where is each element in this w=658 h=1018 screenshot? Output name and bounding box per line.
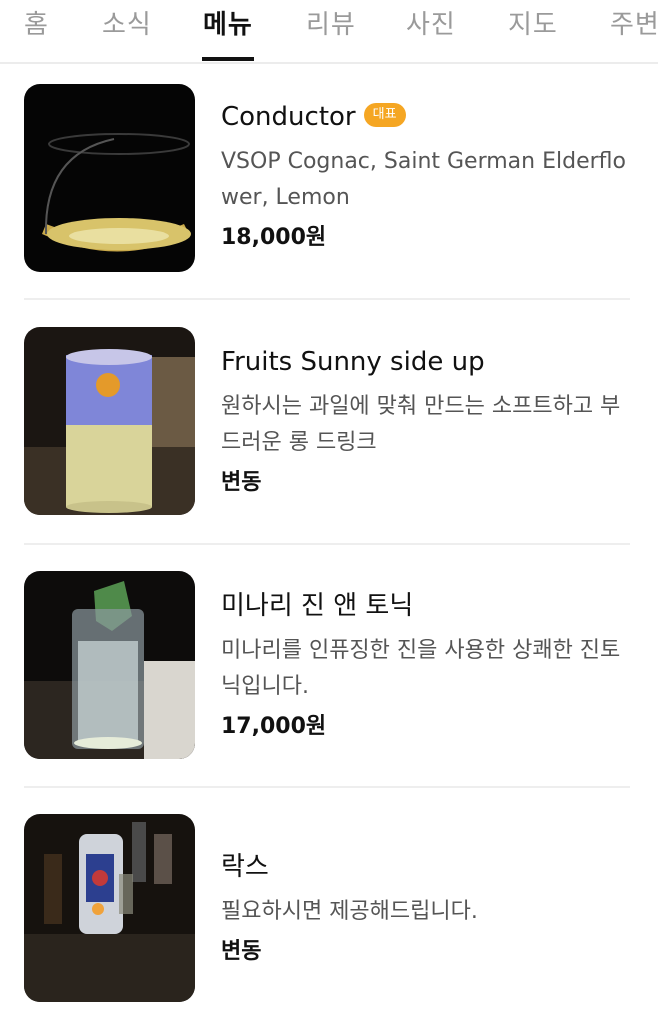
menu-item-name: Fruits Sunny side up bbox=[221, 347, 485, 377]
menu-item-description: 원하시는 과일에 맞춰 만드는 소프트하고 부드러운 롱 드링크 bbox=[221, 394, 621, 455]
menu-item-price: 18,000원 bbox=[221, 225, 327, 250]
menu-item-description: 미나리를 인퓨징한 진을 사용한 상쾌한 진토닉입니다. bbox=[221, 638, 621, 699]
cocktail-glass-photo bbox=[24, 84, 195, 272]
menu-item[interactable]: 락스 필요하시면 제공해드립니다. 변동 bbox=[0, 814, 658, 1014]
menu-item[interactable]: 미나리 진 앤 토닉 미나리를 인퓨징한 진을 사용한 상쾌한 진토닉입니다. … bbox=[0, 571, 658, 781]
menu-item[interactable]: Fruits Sunny side up 원하시는 과일에 맞춰 만드는 소프트… bbox=[0, 327, 658, 537]
menu-item-photo[interactable] bbox=[24, 84, 195, 272]
bottle-photo bbox=[24, 814, 195, 1002]
menu-item-price: 17,000원 bbox=[221, 714, 327, 739]
tab-nearby[interactable]: 주변 bbox=[610, 4, 658, 41]
tab-map[interactable]: 지도 bbox=[508, 4, 558, 41]
tab-bar: 홈 소식 메뉴 리뷰 사진 지도 주변 bbox=[0, 0, 658, 64]
menu-item-description: VSOP Cognac, Saint German Elderflower, L… bbox=[221, 149, 626, 210]
tab-news[interactable]: 소식 bbox=[102, 4, 152, 41]
menu-item-photo[interactable] bbox=[24, 327, 195, 515]
menu-item-photo[interactable] bbox=[24, 571, 195, 759]
cocktail-glass-photo bbox=[24, 327, 195, 515]
divider bbox=[24, 298, 630, 300]
divider bbox=[24, 786, 630, 788]
menu-item-name: Conductor bbox=[221, 102, 356, 132]
menu-item-name: 락스 bbox=[221, 852, 269, 882]
menu-item-name: 미나리 진 앤 토닉 bbox=[221, 591, 414, 621]
divider bbox=[24, 543, 630, 545]
menu-item-photo[interactable] bbox=[24, 814, 195, 1002]
tab-menu[interactable]: 메뉴 bbox=[203, 4, 253, 41]
menu-item-price: 변동 bbox=[221, 470, 262, 495]
menu-item[interactable]: Conductor 대표 VSOP Cognac, Saint German El… bbox=[0, 84, 658, 294]
menu-item-price: 변동 bbox=[221, 939, 262, 964]
tab-home[interactable]: 홈 bbox=[24, 4, 49, 41]
cocktail-glass-photo bbox=[24, 571, 195, 759]
tab-photos[interactable]: 사진 bbox=[406, 4, 456, 41]
signature-badge: 대표 bbox=[363, 102, 406, 127]
tab-reviews[interactable]: 리뷰 bbox=[306, 4, 356, 41]
menu-item-description: 필요하시면 제공해드립니다. bbox=[221, 899, 478, 924]
active-tab-indicator bbox=[202, 57, 254, 61]
